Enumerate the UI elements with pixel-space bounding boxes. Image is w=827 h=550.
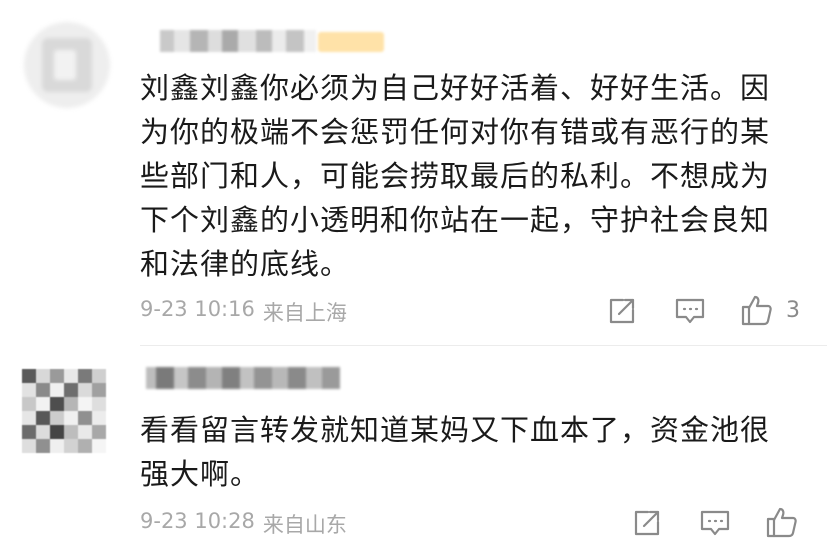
comment-text: 刘鑫刘鑫你必须为自己好好活着、好好生活。因为你的极端不会惩罚任何对你有错或有恶行… <box>140 71 771 281</box>
vip-badge <box>318 32 384 52</box>
comment-icon <box>700 510 730 536</box>
comment-location: 来自山东 <box>262 513 347 537</box>
like-button[interactable] <box>765 505 799 539</box>
thumbs-up-icon <box>741 295 772 326</box>
repost-button[interactable] <box>607 296 637 326</box>
comment-item: 看看留言转发就知道某妈又下血本了，资金池很强大啊。 9-23 10:28 来自山… <box>0 345 827 550</box>
comment-meta: 9-23 10:16 来自上海 <box>140 297 347 327</box>
comment-location: 来自上海 <box>262 301 347 325</box>
avatar[interactable] <box>22 369 106 453</box>
thumbs-up-icon <box>766 507 797 538</box>
comment-item: 刘鑫刘鑫你必须为自己好好活着、好好生活。因为你的极端不会惩罚任何对你有错或有恶行… <box>0 0 827 345</box>
repost-icon <box>609 298 635 324</box>
comment-time: 9-23 10:28 <box>140 509 255 533</box>
like-count: 3 <box>786 297 800 323</box>
repost-icon <box>634 510 660 536</box>
comment-icon <box>675 298 705 324</box>
comment-list: 刘鑫刘鑫你必须为自己好好活着、好好生活。因为你的极端不会惩罚任何对你有错或有恶行… <box>0 0 827 550</box>
username-blurred[interactable] <box>146 367 340 389</box>
comment-button[interactable] <box>674 296 706 326</box>
comment-meta: 9-23 10:28 来自山东 <box>140 509 347 539</box>
comment-text: 看看留言转发就知道某妈又下血本了，资金池很强大啊。 <box>140 413 771 491</box>
avatar[interactable] <box>24 22 110 108</box>
repost-button[interactable] <box>632 508 662 538</box>
like-button[interactable]: 3 <box>740 293 800 327</box>
comment-button[interactable] <box>699 508 731 538</box>
username-blurred[interactable] <box>160 30 316 52</box>
comment-time: 9-23 10:16 <box>140 297 255 321</box>
